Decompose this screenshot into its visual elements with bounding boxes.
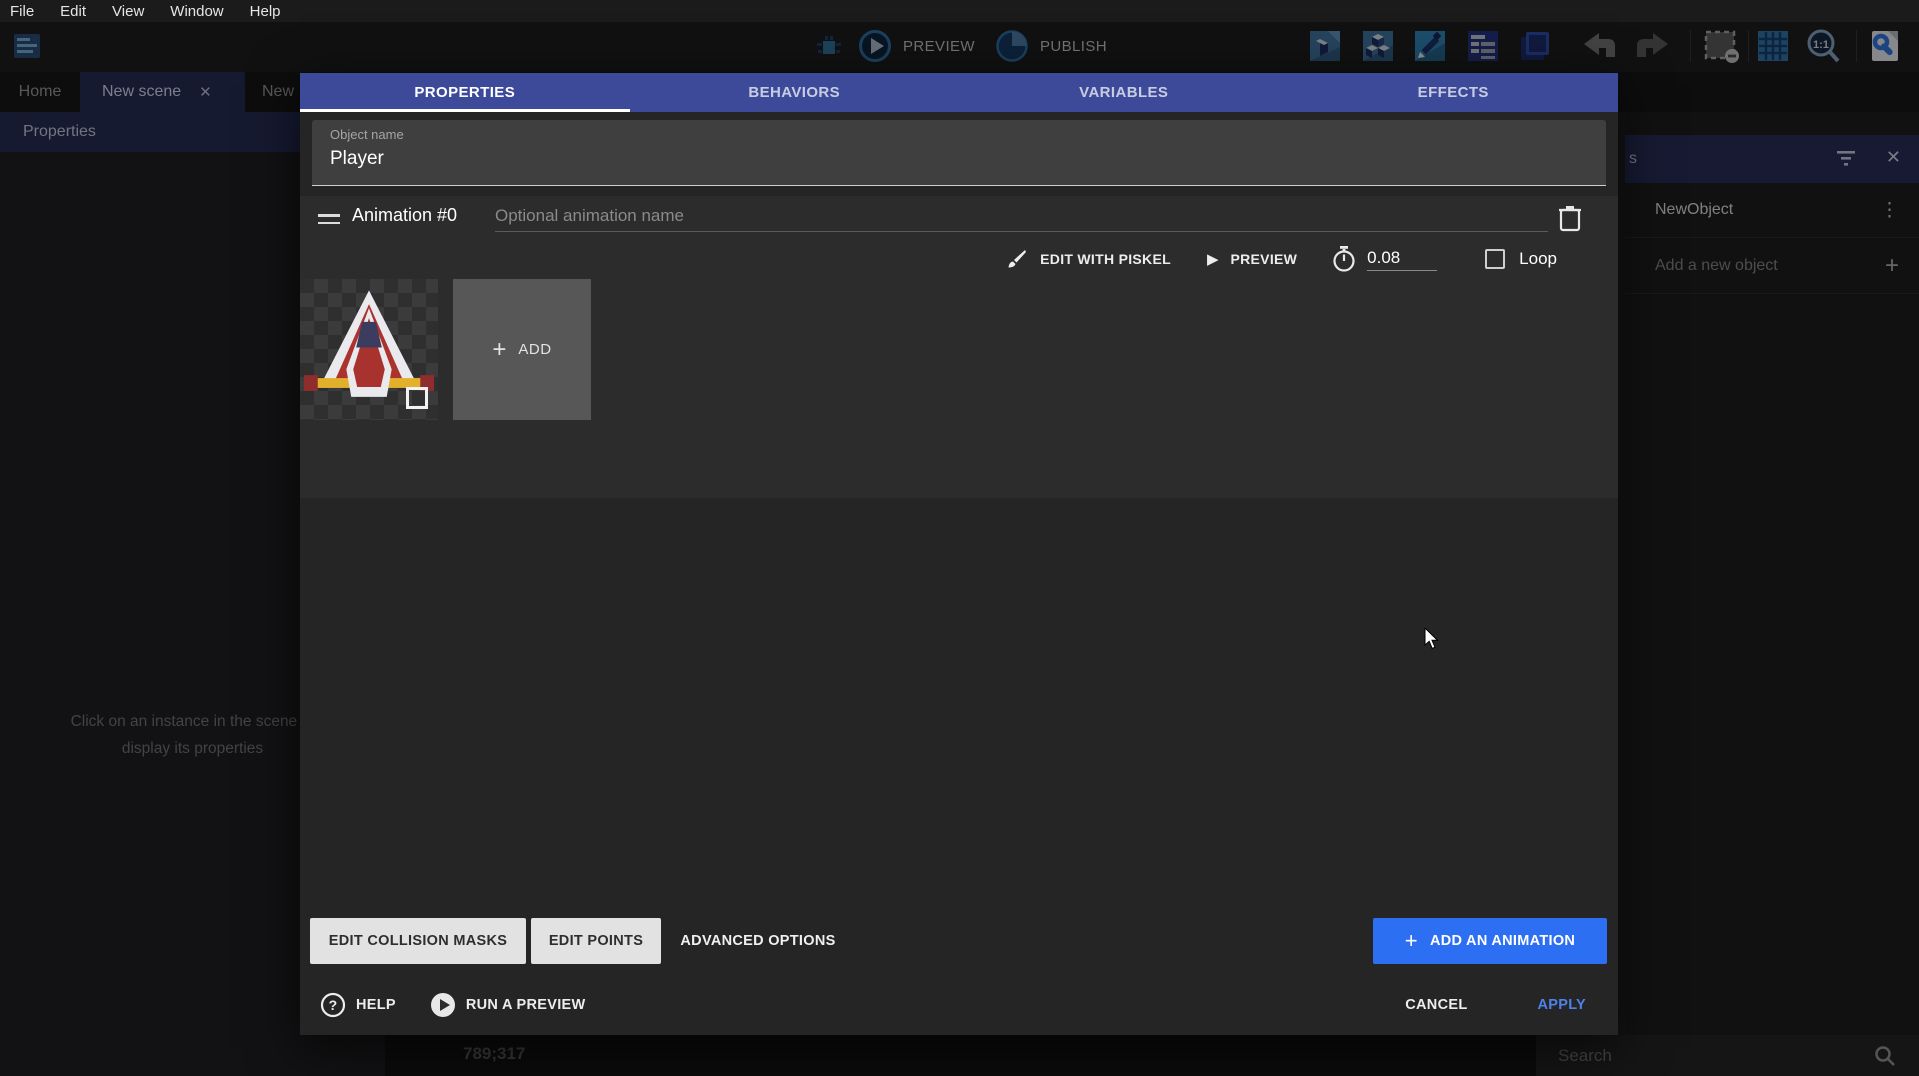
tab-variables[interactable]: VARIABLES bbox=[959, 73, 1289, 112]
brush-icon bbox=[1004, 247, 1028, 271]
object-name-input[interactable] bbox=[330, 148, 1530, 170]
tab-properties[interactable]: PROPERTIES bbox=[300, 73, 630, 112]
menu-window[interactable]: Window bbox=[170, 3, 223, 20]
object-editor-dialog: PROPERTIES BEHAVIORS VARIABLES EFFECTS O… bbox=[300, 73, 1618, 1035]
run-a-preview-button[interactable]: RUN A PREVIEW bbox=[430, 992, 586, 1018]
plus-icon: + bbox=[492, 336, 506, 364]
menu-view[interactable]: View bbox=[112, 3, 144, 20]
animation-title: Animation #0 bbox=[352, 205, 457, 226]
frame-select-checkbox[interactable] bbox=[406, 387, 428, 409]
menu-bar: File Edit View Window Help bbox=[0, 0, 1919, 22]
play-icon: ▶ bbox=[1207, 250, 1219, 268]
mouse-cursor bbox=[1424, 628, 1444, 655]
preview-animation-button[interactable]: PREVIEW bbox=[1231, 251, 1298, 267]
add-frame-button[interactable]: + ADD bbox=[453, 279, 591, 420]
delete-animation-icon[interactable] bbox=[1556, 202, 1584, 234]
help-button[interactable]: ? HELP bbox=[320, 992, 396, 1018]
stopwatch-icon bbox=[1331, 245, 1357, 273]
edit-collision-masks-button[interactable]: EDIT COLLISION MASKS bbox=[310, 918, 526, 964]
object-name-label: Object name bbox=[330, 127, 404, 142]
menu-help[interactable]: Help bbox=[250, 3, 281, 20]
drag-handle-icon[interactable] bbox=[318, 214, 340, 229]
plus-icon: + bbox=[1405, 928, 1418, 954]
sprite-frame-thumbnail[interactable] bbox=[300, 279, 438, 420]
add-an-animation-button[interactable]: + ADD AN ANIMATION bbox=[1373, 918, 1607, 964]
loop-label: Loop bbox=[1519, 249, 1557, 269]
dialog-tab-bar: PROPERTIES BEHAVIORS VARIABLES EFFECTS bbox=[300, 73, 1618, 112]
object-name-field[interactable]: Object name bbox=[312, 120, 1606, 186]
menu-edit[interactable]: Edit bbox=[60, 3, 86, 20]
help-icon: ? bbox=[320, 992, 346, 1018]
edit-points-button[interactable]: EDIT POINTS bbox=[531, 918, 661, 964]
animation-controls: EDIT WITH PISKEL ▶ PREVIEW Loop bbox=[300, 240, 1618, 278]
apply-button[interactable]: APPLY bbox=[1537, 997, 1586, 1013]
animation-card: Animation #0 EDIT WITH PISKEL ▶ PREVIEW … bbox=[300, 196, 1618, 498]
run-preview-icon bbox=[430, 992, 456, 1018]
animation-name-input[interactable] bbox=[495, 200, 1548, 232]
advanced-options-button[interactable]: ADVANCED OPTIONS bbox=[668, 918, 848, 964]
svg-text:?: ? bbox=[329, 997, 338, 1013]
loop-checkbox[interactable] bbox=[1485, 249, 1505, 269]
time-between-frames-input[interactable] bbox=[1367, 248, 1437, 271]
edit-with-piskel-button[interactable]: EDIT WITH PISKEL bbox=[1040, 251, 1171, 267]
tab-behaviors[interactable]: BEHAVIORS bbox=[630, 73, 960, 112]
tab-effects[interactable]: EFFECTS bbox=[1289, 73, 1619, 112]
dialog-footer: ? HELP RUN A PREVIEW CANCEL APPLY bbox=[300, 985, 1618, 1025]
menu-file[interactable]: File bbox=[10, 3, 34, 20]
cancel-button[interactable]: CANCEL bbox=[1405, 997, 1467, 1013]
